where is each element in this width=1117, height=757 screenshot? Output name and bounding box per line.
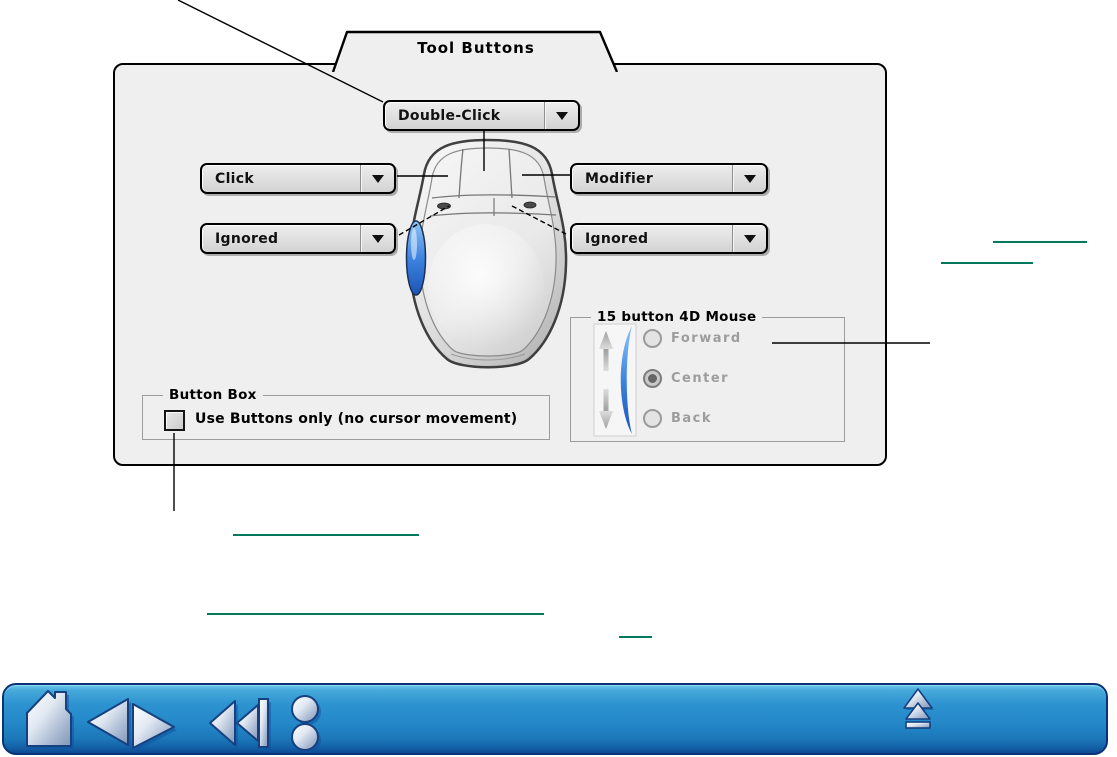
lower-left-button-dropdown[interactable]: Ignored [200,223,396,254]
link-underline[interactable] [619,636,652,638]
chevron-down-icon [371,174,384,183]
radio-circle [643,329,662,348]
group-title: Button Box [163,387,263,403]
upper-right-button-dropdown[interactable]: Modifier [570,163,768,194]
4d-mouse-group: 15 button 4D Mouse Forward Center Back [570,309,845,442]
4d-mouse-illustration [405,138,568,369]
dropdown-label: Double-Click [398,107,501,124]
dropdown-label: Ignored [215,230,279,247]
use-buttons-only-checkbox[interactable] [164,410,185,431]
link-underline[interactable] [993,241,1087,243]
radio-label: Forward [671,331,742,346]
mouse-right-thumb-button [523,201,537,209]
top-button-dropdown[interactable]: Double-Click [383,100,580,131]
dropdown-label: Ignored [585,230,649,247]
button-box-group: Button Box Use Buttons only (no cursor m… [142,387,550,440]
link-underline[interactable] [941,262,1033,264]
chevron-down-icon [743,174,756,183]
dropdown-arrow-button[interactable] [732,165,766,192]
dropdown-label: Modifier [585,170,654,187]
dropdown-arrow-button[interactable] [732,225,766,252]
chevron-down-icon [743,234,756,243]
home-icon[interactable] [26,690,74,749]
contents-icon[interactable] [291,695,321,753]
link-underline[interactable] [207,613,544,615]
lower-right-button-dropdown[interactable]: Ignored [570,223,768,254]
radio-label: Back [671,411,713,426]
forward-icon[interactable] [132,703,177,751]
link-underline[interactable] [233,534,419,536]
radio-label: Center [671,371,730,386]
dropdown-label: Click [215,170,254,187]
rewind-icon[interactable] [209,698,271,750]
radio-circle [643,409,662,428]
radio-circle [643,369,662,388]
tab-label: Tool Buttons [417,39,535,57]
manual-page: Tool Buttons Double-Click Click Ignored … [0,0,1117,757]
upper-left-button-dropdown[interactable]: Click [200,163,396,194]
dropdown-arrow-button[interactable] [360,225,394,252]
dropdown-arrow-button[interactable] [544,102,578,129]
eject-icon[interactable] [903,688,934,729]
chevron-down-icon [555,111,568,120]
radio-center[interactable]: Center [643,369,729,388]
dropdown-arrow-button[interactable] [360,165,394,192]
checkbox-label: Use Buttons only (no cursor movement) [195,411,518,427]
mouse-left-thumb-button [437,202,451,210]
chevron-down-icon [371,234,384,243]
back-icon[interactable] [87,698,131,748]
thumbwheel-icon [593,323,637,437]
radio-forward[interactable]: Forward [643,329,742,348]
radio-back[interactable]: Back [643,409,712,428]
